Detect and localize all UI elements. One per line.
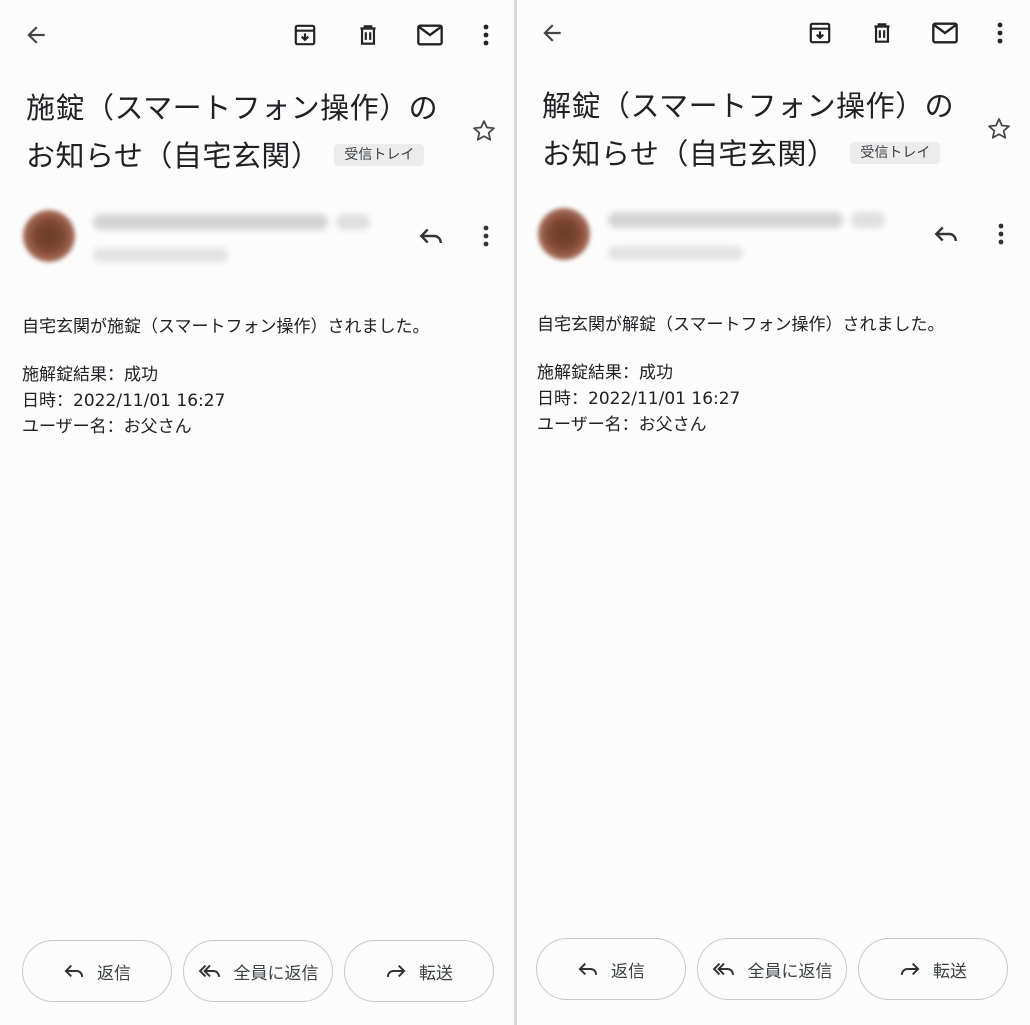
inbox-label-chip[interactable]: 受信トレイ	[334, 144, 425, 166]
forward-button[interactable]: 転送	[344, 940, 494, 1002]
reply-all-label: 全員に返信	[747, 961, 833, 982]
reply-all-icon	[198, 964, 220, 978]
email-subject: 解錠（スマートフォン操作）のお知らせ（自宅玄関） 受信トレイ	[542, 82, 972, 178]
email-body: 自宅玄関が解錠（スマートフォン操作）されました。 施解錠結果：成功 日時：202…	[537, 312, 1007, 438]
sender-avatar[interactable]	[23, 210, 75, 262]
sender-address-blurred	[608, 212, 843, 228]
archive-icon[interactable]	[802, 15, 838, 51]
archive-icon[interactable]	[287, 17, 323, 53]
email-subject: 施錠（スマートフォン操作）のお知らせ（自宅玄関） 受信トレイ	[26, 84, 456, 180]
body-line-user: ユーザー名：お父さん	[22, 417, 192, 437]
mail-icon[interactable]	[412, 17, 448, 53]
message-more-vert-icon[interactable]	[468, 218, 504, 254]
body-line-user: ユーザー名：お父さん	[537, 415, 707, 435]
reply-icon	[578, 962, 598, 976]
mail-icon[interactable]	[927, 15, 963, 51]
reply-icon	[64, 964, 84, 978]
action-bar: 返信 全員に返信 転送	[536, 938, 1008, 1000]
body-line-result: 施解錠結果：成功	[22, 365, 158, 385]
inbox-label-chip[interactable]: 受信トレイ	[850, 142, 941, 164]
reply-label: 返信	[97, 963, 131, 984]
star-icon[interactable]	[466, 113, 502, 149]
body-line-notice: 自宅玄関が施錠（スマートフォン操作）されました。	[22, 317, 430, 337]
recipient-blurred	[93, 248, 228, 262]
reply-button[interactable]: 返信	[22, 940, 172, 1002]
sender-address-blurred	[93, 214, 328, 230]
body-line-datetime: 日時：2022/11/01 16:27	[22, 391, 226, 411]
reply-all-button[interactable]: 全員に返信	[697, 938, 847, 1000]
star-icon[interactable]	[981, 111, 1017, 147]
body-line-datetime: 日時：2022/11/01 16:27	[537, 389, 741, 409]
reply-all-button[interactable]: 全員に返信	[183, 940, 333, 1002]
forward-label: 転送	[933, 961, 967, 982]
forward-button[interactable]: 転送	[858, 938, 1008, 1000]
recipient-blurred	[608, 246, 743, 260]
more-vert-icon[interactable]	[468, 17, 504, 53]
email-panel-unlock: 解錠（スマートフォン操作）のお知らせ（自宅玄関） 受信トレイ 自宅玄関が解錠（スマ…	[517, 0, 1030, 1025]
email-body: 自宅玄関が施錠（スマートフォン操作）されました。 施解錠結果：成功 日時：202…	[22, 314, 492, 440]
back-arrow-icon[interactable]	[534, 15, 570, 51]
body-line-result: 施解錠結果：成功	[537, 363, 673, 383]
trash-icon[interactable]	[350, 17, 386, 53]
forward-icon	[900, 962, 920, 976]
email-panel-lock: 施錠（スマートフォン操作）のお知らせ（自宅玄関） 受信トレイ 自宅玄関が施錠（スマ…	[0, 0, 514, 1025]
reply-all-label: 全員に返信	[233, 963, 319, 984]
sender-time-blurred	[336, 214, 370, 230]
message-more-vert-icon[interactable]	[983, 216, 1019, 252]
reply-label: 返信	[611, 961, 645, 982]
forward-label: 転送	[419, 963, 453, 984]
reply-icon[interactable]	[413, 218, 449, 254]
sender-time-blurred	[851, 212, 885, 228]
sender-avatar[interactable]	[538, 208, 590, 260]
action-bar: 返信 全員に返信 転送	[22, 940, 494, 1002]
reply-button[interactable]: 返信	[536, 938, 686, 1000]
forward-icon	[386, 964, 406, 978]
reply-icon[interactable]	[928, 216, 964, 252]
body-line-notice: 自宅玄関が解錠（スマートフォン操作）されました。	[537, 315, 945, 335]
back-arrow-icon[interactable]	[18, 17, 54, 53]
more-vert-icon[interactable]	[982, 15, 1018, 51]
reply-all-icon	[712, 962, 734, 976]
trash-icon[interactable]	[864, 15, 900, 51]
